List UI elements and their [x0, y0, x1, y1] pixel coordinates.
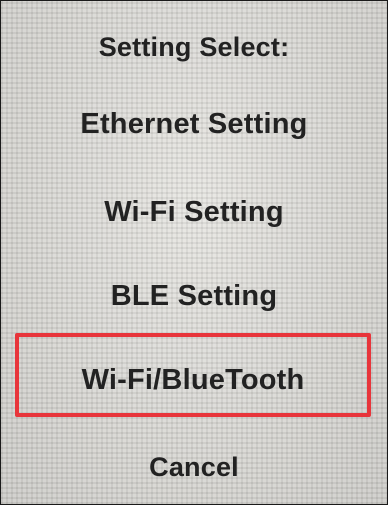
wifi-bluetooth-option[interactable]: Wi-Fi/BlueTooth	[15, 333, 371, 417]
menu-title: Setting Select:	[98, 32, 290, 62]
ethernet-setting-option[interactable]: Ethernet Setting	[1, 101, 387, 147]
ble-setting-option[interactable]: BLE Setting	[1, 273, 387, 319]
cancel-button[interactable]: Cancel	[1, 444, 387, 490]
wifi-setting-option[interactable]: Wi-Fi Setting	[1, 189, 387, 235]
device-screen: Setting Select: Ethernet Setting Wi-Fi S…	[0, 0, 388, 505]
